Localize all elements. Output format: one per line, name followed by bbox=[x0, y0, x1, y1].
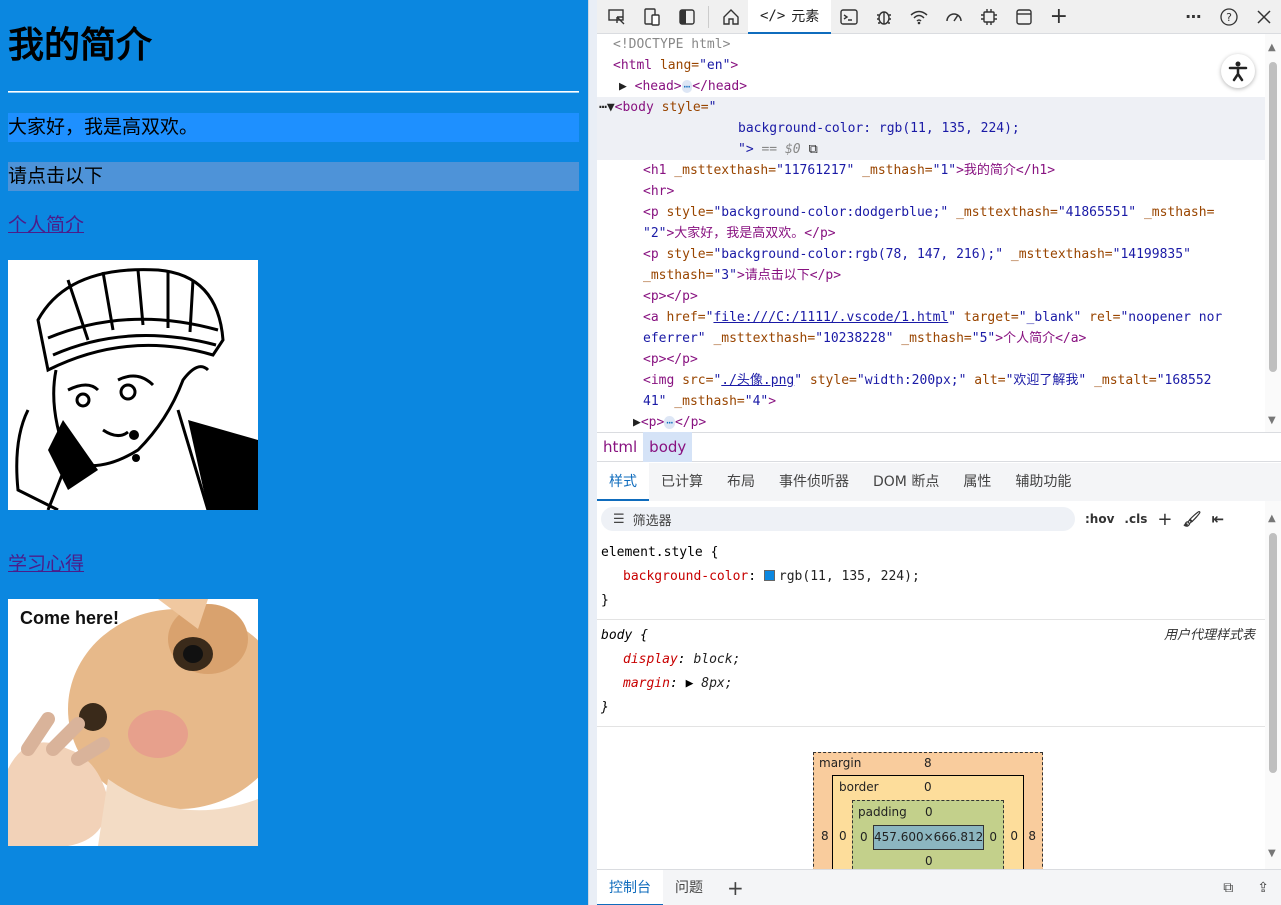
tab-issues[interactable]: 问题 bbox=[663, 870, 715, 905]
styles-filter-input[interactable]: ☰ 筛选器 bbox=[601, 507, 1075, 531]
styles-scrollbar[interactable]: ▲ ▼ bbox=[1265, 501, 1281, 869]
close-icon[interactable] bbox=[1246, 0, 1281, 34]
dom-line-doctype[interactable]: <!DOCTYPE html> bbox=[597, 34, 1265, 55]
console-link-icon[interactable]: ⧉ bbox=[808, 142, 817, 157]
dom-line-empty-p2[interactable]: <p></p> bbox=[597, 349, 1265, 370]
cat-meme-image: Come here! bbox=[8, 598, 258, 846]
scroll-up-icon[interactable]: ▲ bbox=[1268, 513, 1276, 524]
dom-line-head[interactable]: ▶ <head> ⋯ </head> bbox=[597, 76, 1265, 97]
ellipsis-badge[interactable]: ⋯ bbox=[681, 80, 693, 93]
breadcrumb-html[interactable]: html bbox=[597, 432, 643, 462]
device-emulation-icon[interactable] bbox=[634, 0, 669, 34]
dom-line-h1[interactable]: <h1 _msttexthash="11761217" _msthash="1"… bbox=[597, 160, 1265, 181]
cls-button[interactable]: .cls bbox=[1124, 512, 1147, 526]
console-icon[interactable] bbox=[831, 0, 866, 34]
help-icon[interactable]: ? bbox=[1211, 0, 1246, 34]
debugger-bug-icon[interactable] bbox=[866, 0, 901, 34]
add-tool-plus-icon[interactable]: + bbox=[1041, 0, 1076, 34]
study-notes-link[interactable]: 学习心得 bbox=[8, 550, 84, 579]
dom-line-p1[interactable]: <p style="background-color:dodgerblue;" … bbox=[597, 202, 1265, 223]
accessibility-icon[interactable] bbox=[1221, 54, 1255, 88]
profile-link[interactable]: 个人简介 bbox=[8, 211, 84, 240]
body-ua-rule: body { 用户代理样式表 display: block; margin: ▶… bbox=[597, 620, 1265, 727]
devtools-toolbar: </> 元素 + ⋯ ? bbox=[597, 0, 1281, 34]
performance-gauge-icon[interactable] bbox=[936, 0, 971, 34]
page-heading: 我的简介 bbox=[8, 25, 153, 66]
tab-properties[interactable]: 属性 bbox=[951, 463, 1003, 501]
application-window-icon[interactable] bbox=[1006, 0, 1041, 34]
dom-line-p2-cont[interactable]: _msthash="3">请点击以下</p> bbox=[597, 265, 1265, 286]
dom-line-img-cont[interactable]: 41" _msthash="4"> bbox=[597, 391, 1265, 412]
expand-triangle-icon[interactable]: ▶ bbox=[633, 415, 641, 430]
tab-event-listeners[interactable]: 事件侦听器 bbox=[767, 463, 861, 501]
dom-tree: <!DOCTYPE html> <html lang="en"> ▶ <head… bbox=[597, 34, 1265, 432]
dom-line-img[interactable]: <img src="./头像.png" style="width:200px;"… bbox=[597, 370, 1265, 391]
dom-line-anchor-cont[interactable]: eferrer" _msttexthash="10238228" _msthas… bbox=[597, 328, 1265, 349]
inspect-icon[interactable] bbox=[599, 0, 634, 34]
memory-chip-icon[interactable] bbox=[971, 0, 1006, 34]
scroll-down-icon[interactable]: ▼ bbox=[1268, 848, 1276, 859]
rendered-page: 我的简介 大家好，我是高双欢。 请点击以下 个人简介 学习心得 Come her… bbox=[0, 0, 588, 905]
close-drawer-icon[interactable]: ⇪ bbox=[1245, 870, 1281, 905]
box-model-diagram: margin 8 8 8 border 0 0 0 padding 0 0 0 … bbox=[813, 752, 1043, 869]
avatar-image bbox=[8, 259, 258, 511]
tab-dom-breakpoints[interactable]: DOM 断点 bbox=[861, 463, 951, 501]
dom-line-empty-p[interactable]: <p></p> bbox=[597, 286, 1265, 307]
dom-line-p1-cont[interactable]: "2">大家好，我是高双欢。</p> bbox=[597, 223, 1265, 244]
scroll-down-icon[interactable]: ▼ bbox=[1268, 415, 1276, 426]
breadcrumb-body[interactable]: body bbox=[643, 432, 693, 462]
panel-splitter[interactable] bbox=[588, 0, 597, 905]
new-rule-plus-icon[interactable]: + bbox=[1157, 509, 1172, 530]
dock-sidebar-icon[interactable] bbox=[669, 0, 704, 34]
color-swatch[interactable] bbox=[763, 570, 775, 581]
styles-subtabs: 样式 已计算 布局 事件侦听器 DOM 断点 属性 辅助功能 bbox=[597, 463, 1281, 501]
element-style-rule: element.style { background-color: rgb(11… bbox=[597, 537, 1265, 620]
filter-icon: ☰ bbox=[613, 511, 625, 527]
collapse-triangle-icon[interactable]: ▼ bbox=[607, 100, 615, 115]
code-brackets-icon: </> bbox=[760, 7, 786, 24]
dom-line-hr[interactable]: <hr> bbox=[597, 181, 1265, 202]
tab-accessibility[interactable]: 辅助功能 bbox=[1003, 463, 1083, 501]
paint-brush-icon[interactable]: 🖌 bbox=[1182, 510, 1201, 528]
welcome-home-icon[interactable] bbox=[713, 0, 748, 34]
dom-scrollbar[interactable]: ▲ ▼ bbox=[1265, 34, 1281, 432]
more-menu-icon[interactable]: ⋯ bbox=[1176, 0, 1211, 34]
dom-line-p-collapsed[interactable]: ▶<p> ⋯ </p> bbox=[597, 412, 1265, 432]
content-size: 457.600×666.812 bbox=[873, 825, 984, 850]
drawer-tabs: 控制台 问题 + ⧉ ⇪ bbox=[597, 869, 1281, 905]
dom-line-anchor[interactable]: <a href="file:///C:/1111/.vscode/1.html"… bbox=[597, 307, 1265, 328]
tab-layout[interactable]: 布局 bbox=[715, 463, 767, 501]
intro-paragraph: 大家好，我是高双欢。 bbox=[8, 112, 579, 142]
tab-console[interactable]: 控制台 bbox=[597, 869, 663, 905]
hov-button[interactable]: :hov bbox=[1085, 512, 1114, 526]
undock-drawer-icon[interactable]: ⧉ bbox=[1211, 870, 1245, 905]
network-wifi-icon[interactable] bbox=[901, 0, 936, 34]
cat-caption: Come here! bbox=[20, 607, 120, 628]
add-drawer-tab-plus-icon[interactable]: + bbox=[715, 870, 756, 905]
styles-pane: ☰ 筛选器 :hov .cls + 🖌 ⇤ element.style { bac… bbox=[597, 501, 1265, 869]
horizontal-rule bbox=[8, 90, 579, 93]
expand-triangle-icon[interactable]: ▶ bbox=[686, 676, 694, 691]
scroll-up-icon[interactable]: ▲ bbox=[1268, 42, 1276, 53]
more-dots-icon[interactable]: ⋯ bbox=[599, 100, 607, 115]
tab-computed[interactable]: 已计算 bbox=[649, 463, 715, 501]
tab-styles[interactable]: 样式 bbox=[597, 463, 649, 501]
devtools-panel: </> 元素 + ⋯ ? <!DOCTYPE html> <html lang="… bbox=[597, 0, 1281, 905]
user-agent-stylesheet-label: 用户代理样式表 bbox=[1163, 628, 1255, 643]
expand-triangle-icon[interactable]: ▶ bbox=[619, 79, 627, 94]
instruction-paragraph: 请点击以下 bbox=[8, 161, 579, 191]
dom-line-html[interactable]: <html lang="en"> bbox=[597, 55, 1265, 76]
svg-text:?: ? bbox=[1226, 11, 1232, 24]
dom-line-body-selected[interactable]: ⋯▼<body style=" background-color: rgb(11… bbox=[597, 97, 1265, 160]
dom-line-p2[interactable]: <p style="background-color:rgb(78, 147, … bbox=[597, 244, 1265, 265]
ellipsis-badge[interactable]: ⋯ bbox=[664, 416, 675, 429]
tab-elements[interactable]: </> 元素 bbox=[748, 0, 832, 34]
breadcrumb: html body bbox=[597, 432, 1281, 462]
toggle-sidebar-icon[interactable]: ⇤ bbox=[1212, 510, 1225, 528]
